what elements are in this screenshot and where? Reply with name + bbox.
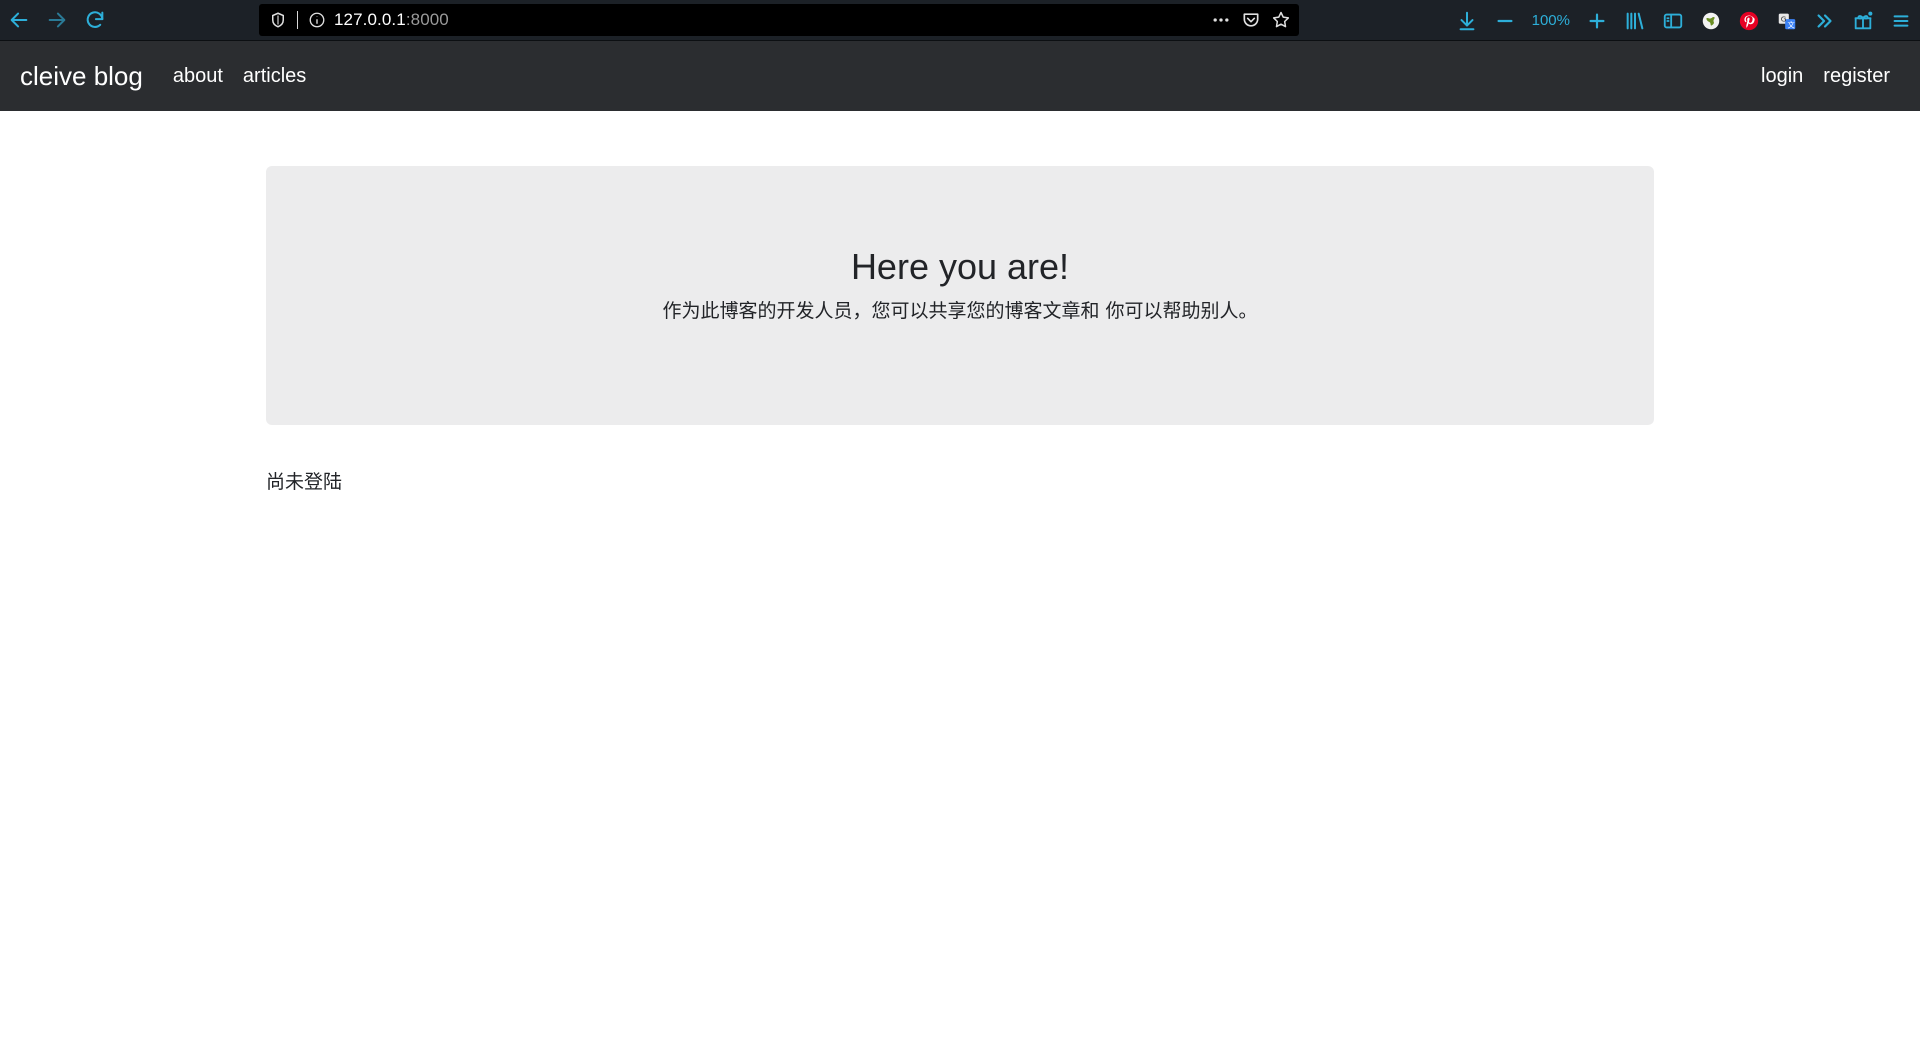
more-dots-icon[interactable] [1211,10,1231,30]
nav-link-register[interactable]: register [1823,65,1890,88]
zoom-in-button[interactable] [1578,0,1616,41]
plus-icon [1589,12,1605,29]
url-text: 127.0.0.1:8000 [334,10,449,30]
login-status-text: 尚未登陆 [266,471,343,493]
zoom-out-button[interactable] [1486,0,1524,41]
zoom-level[interactable]: 100% [1524,12,1578,29]
svg-text:文: 文 [1787,20,1795,29]
overflow-button[interactable] [1806,0,1844,41]
chevrons-right-icon [1817,13,1832,28]
pocket-icon[interactable] [1241,10,1261,30]
hamburger-menu-icon [1893,14,1909,27]
arrow-right-icon [48,12,66,28]
pinterest-button[interactable] [1730,0,1768,41]
extension-globe-icon [1702,12,1720,29]
shield-icon[interactable] [269,11,287,29]
sidebar-icon [1663,13,1683,28]
back-button[interactable] [0,0,38,41]
svg-text:G: G [1781,14,1787,23]
browser-toolbar: 127.0.0.1:8000 100% G 文 [0,0,1920,41]
gift-button[interactable] [1844,0,1882,41]
jumbotron-title: Here you are! [850,246,1070,287]
gift-icon [1854,11,1873,29]
forward-button[interactable] [38,0,76,41]
library-icon [1626,12,1644,29]
translate-button[interactable]: G 文 [1768,0,1806,41]
reload-button[interactable] [76,0,114,41]
url-host: 127.0.0.1 [334,10,406,29]
brand-link[interactable]: cleive blog [20,61,143,92]
jumbotron: Here you are! 作为此博客的开发人员，您可以共享您的博客文章和 你可… [266,166,1654,425]
nav-link-login[interactable]: login [1761,65,1803,88]
url-port: :8000 [405,10,449,29]
navbar-right: login register [1741,65,1890,88]
download-button[interactable] [1448,0,1486,41]
translate-icon: G 文 [1778,13,1795,29]
minus-icon [1497,19,1513,22]
reload-icon [86,11,104,28]
jumbotron-lead: 作为此博客的开发人员，您可以共享您的博客文章和 你可以帮助别人。 [662,300,1258,322]
url-bar[interactable]: 127.0.0.1:8000 [259,4,1299,36]
library-button[interactable] [1616,0,1654,41]
download-icon [1459,11,1475,30]
sidebar-button[interactable] [1654,0,1692,41]
arrow-left-icon [10,12,28,28]
extension-globe-button[interactable] [1692,0,1730,41]
info-icon[interactable] [308,11,326,29]
menu-button[interactable] [1882,0,1920,41]
pinterest-icon [1739,11,1759,30]
nav-link-articles[interactable]: articles [243,65,306,88]
nav-link-about[interactable]: about [173,65,223,88]
site-navbar: cleive blog about articles login registe… [0,41,1920,111]
toolbar-right: 100% G 文 [1448,0,1920,41]
star-icon[interactable] [1271,10,1291,30]
url-separator [297,11,298,29]
